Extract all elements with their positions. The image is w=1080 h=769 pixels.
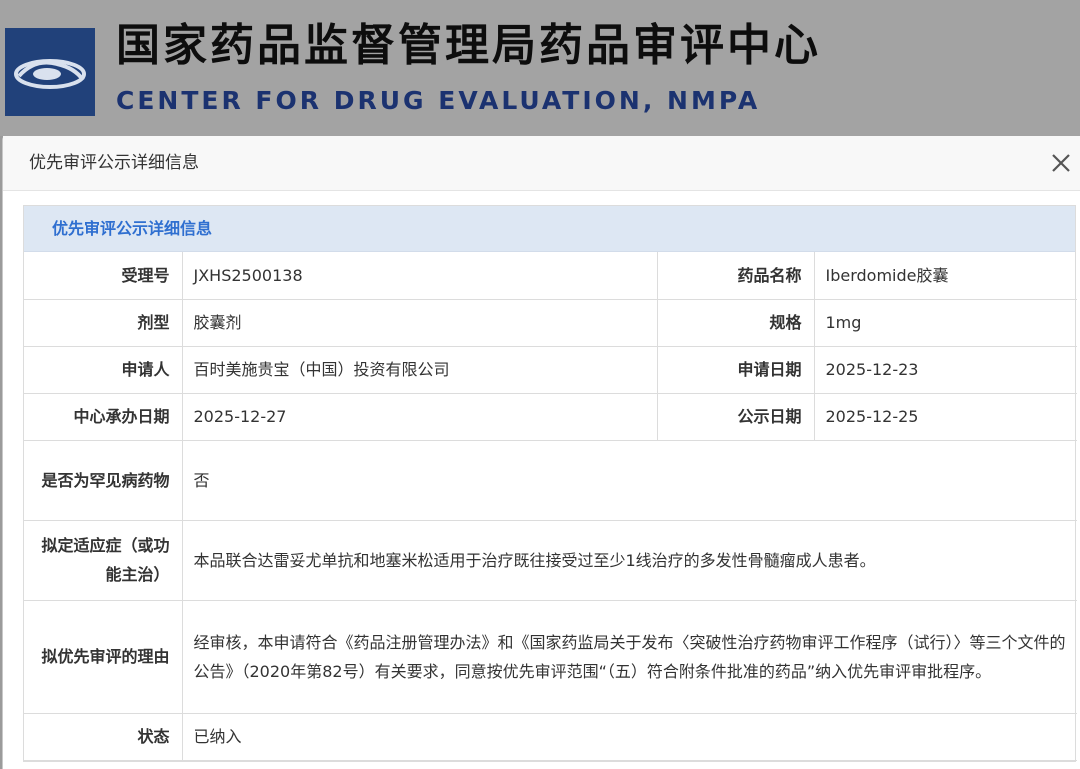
dosage-form-value: 胶囊剂 (181, 298, 658, 347)
table-row: 申请人 百时美施贵宝（中国）投资有限公司 申请日期 2025-12-23 (24, 345, 1077, 394)
cde-logo-icon (5, 28, 95, 116)
applicant-label: 申请人 (24, 345, 183, 394)
detail-panel: 优先审评公示详细信息 受理号 JXHS2500138 药品名称 Iberdomi… (23, 205, 1077, 762)
table-row: 受理号 JXHS2500138 药品名称 Iberdomide胶囊 (24, 252, 1077, 300)
close-icon[interactable] (1048, 150, 1074, 176)
rare-disease-label: 是否为罕见病药物 (24, 439, 183, 521)
modal-header: 优先审评公示详细信息 (3, 136, 1080, 191)
table-row: 剂型 胶囊剂 规格 1mg (24, 298, 1077, 347)
rare-disease-value: 否 (181, 439, 1077, 521)
center-date-label: 中心承办日期 (24, 392, 183, 441)
detail-table: 受理号 JXHS2500138 药品名称 Iberdomide胶囊 剂型 胶囊剂… (24, 252, 1077, 761)
indication-label: 拟定适应症（或功能主治） (24, 519, 183, 601)
table-row: 中心承办日期 2025-12-27 公示日期 2025-12-25 (24, 392, 1077, 441)
site-title-en: CENTER FOR DRUG EVALUATION, NMPA (116, 86, 761, 115)
site-header: 国家药品监督管理局药品审评中心 CENTER FOR DRUG EVALUATI… (0, 0, 1080, 136)
acceptance-no-label: 受理号 (24, 252, 183, 300)
spec-value: 1mg (813, 298, 1077, 347)
drug-name-label: 药品名称 (656, 252, 815, 300)
apply-date-label: 申请日期 (656, 345, 815, 394)
detail-modal: 优先审评公示详细信息 优先审评公示详细信息 受理号 JXHS2500138 药品… (2, 136, 1080, 769)
publish-date-label: 公示日期 (656, 392, 815, 441)
status-label: 状态 (24, 712, 183, 761)
dosage-form-label: 剂型 (24, 298, 183, 347)
table-row: 拟定适应症（或功能主治） 本品联合达雷妥尤单抗和地塞米松适用于治疗既往接受过至少… (24, 519, 1077, 601)
applicant-value: 百时美施贵宝（中国）投资有限公司 (181, 345, 658, 394)
apply-date-value: 2025-12-23 (813, 345, 1077, 394)
spec-label: 规格 (656, 298, 815, 347)
modal-title: 优先审评公示详细信息 (29, 153, 199, 173)
panel-heading: 优先审评公示详细信息 (24, 206, 1075, 252)
reason-label: 拟优先审评的理由 (24, 599, 183, 714)
site-title-cn: 国家药品监督管理局药品审评中心 (116, 20, 821, 71)
center-date-value: 2025-12-27 (181, 392, 658, 441)
status-value: 已纳入 (181, 712, 1077, 761)
indication-value: 本品联合达雷妥尤单抗和地塞米松适用于治疗既往接受过至少1线治疗的多发性骨髓瘤成人… (181, 519, 1077, 601)
table-row: 是否为罕见病药物 否 (24, 439, 1077, 521)
publish-date-value: 2025-12-25 (813, 392, 1077, 441)
drug-name-value: Iberdomide胶囊 (813, 252, 1077, 300)
table-row: 状态 已纳入 (24, 712, 1077, 761)
reason-value: 经审核，本申请符合《药品注册管理办法》和《国家药监局关于发布〈突破性治疗药物审评… (181, 599, 1077, 714)
table-row: 拟优先审评的理由 经审核，本申请符合《药品注册管理办法》和《国家药监局关于发布〈… (24, 599, 1077, 714)
acceptance-no-value: JXHS2500138 (181, 252, 658, 300)
